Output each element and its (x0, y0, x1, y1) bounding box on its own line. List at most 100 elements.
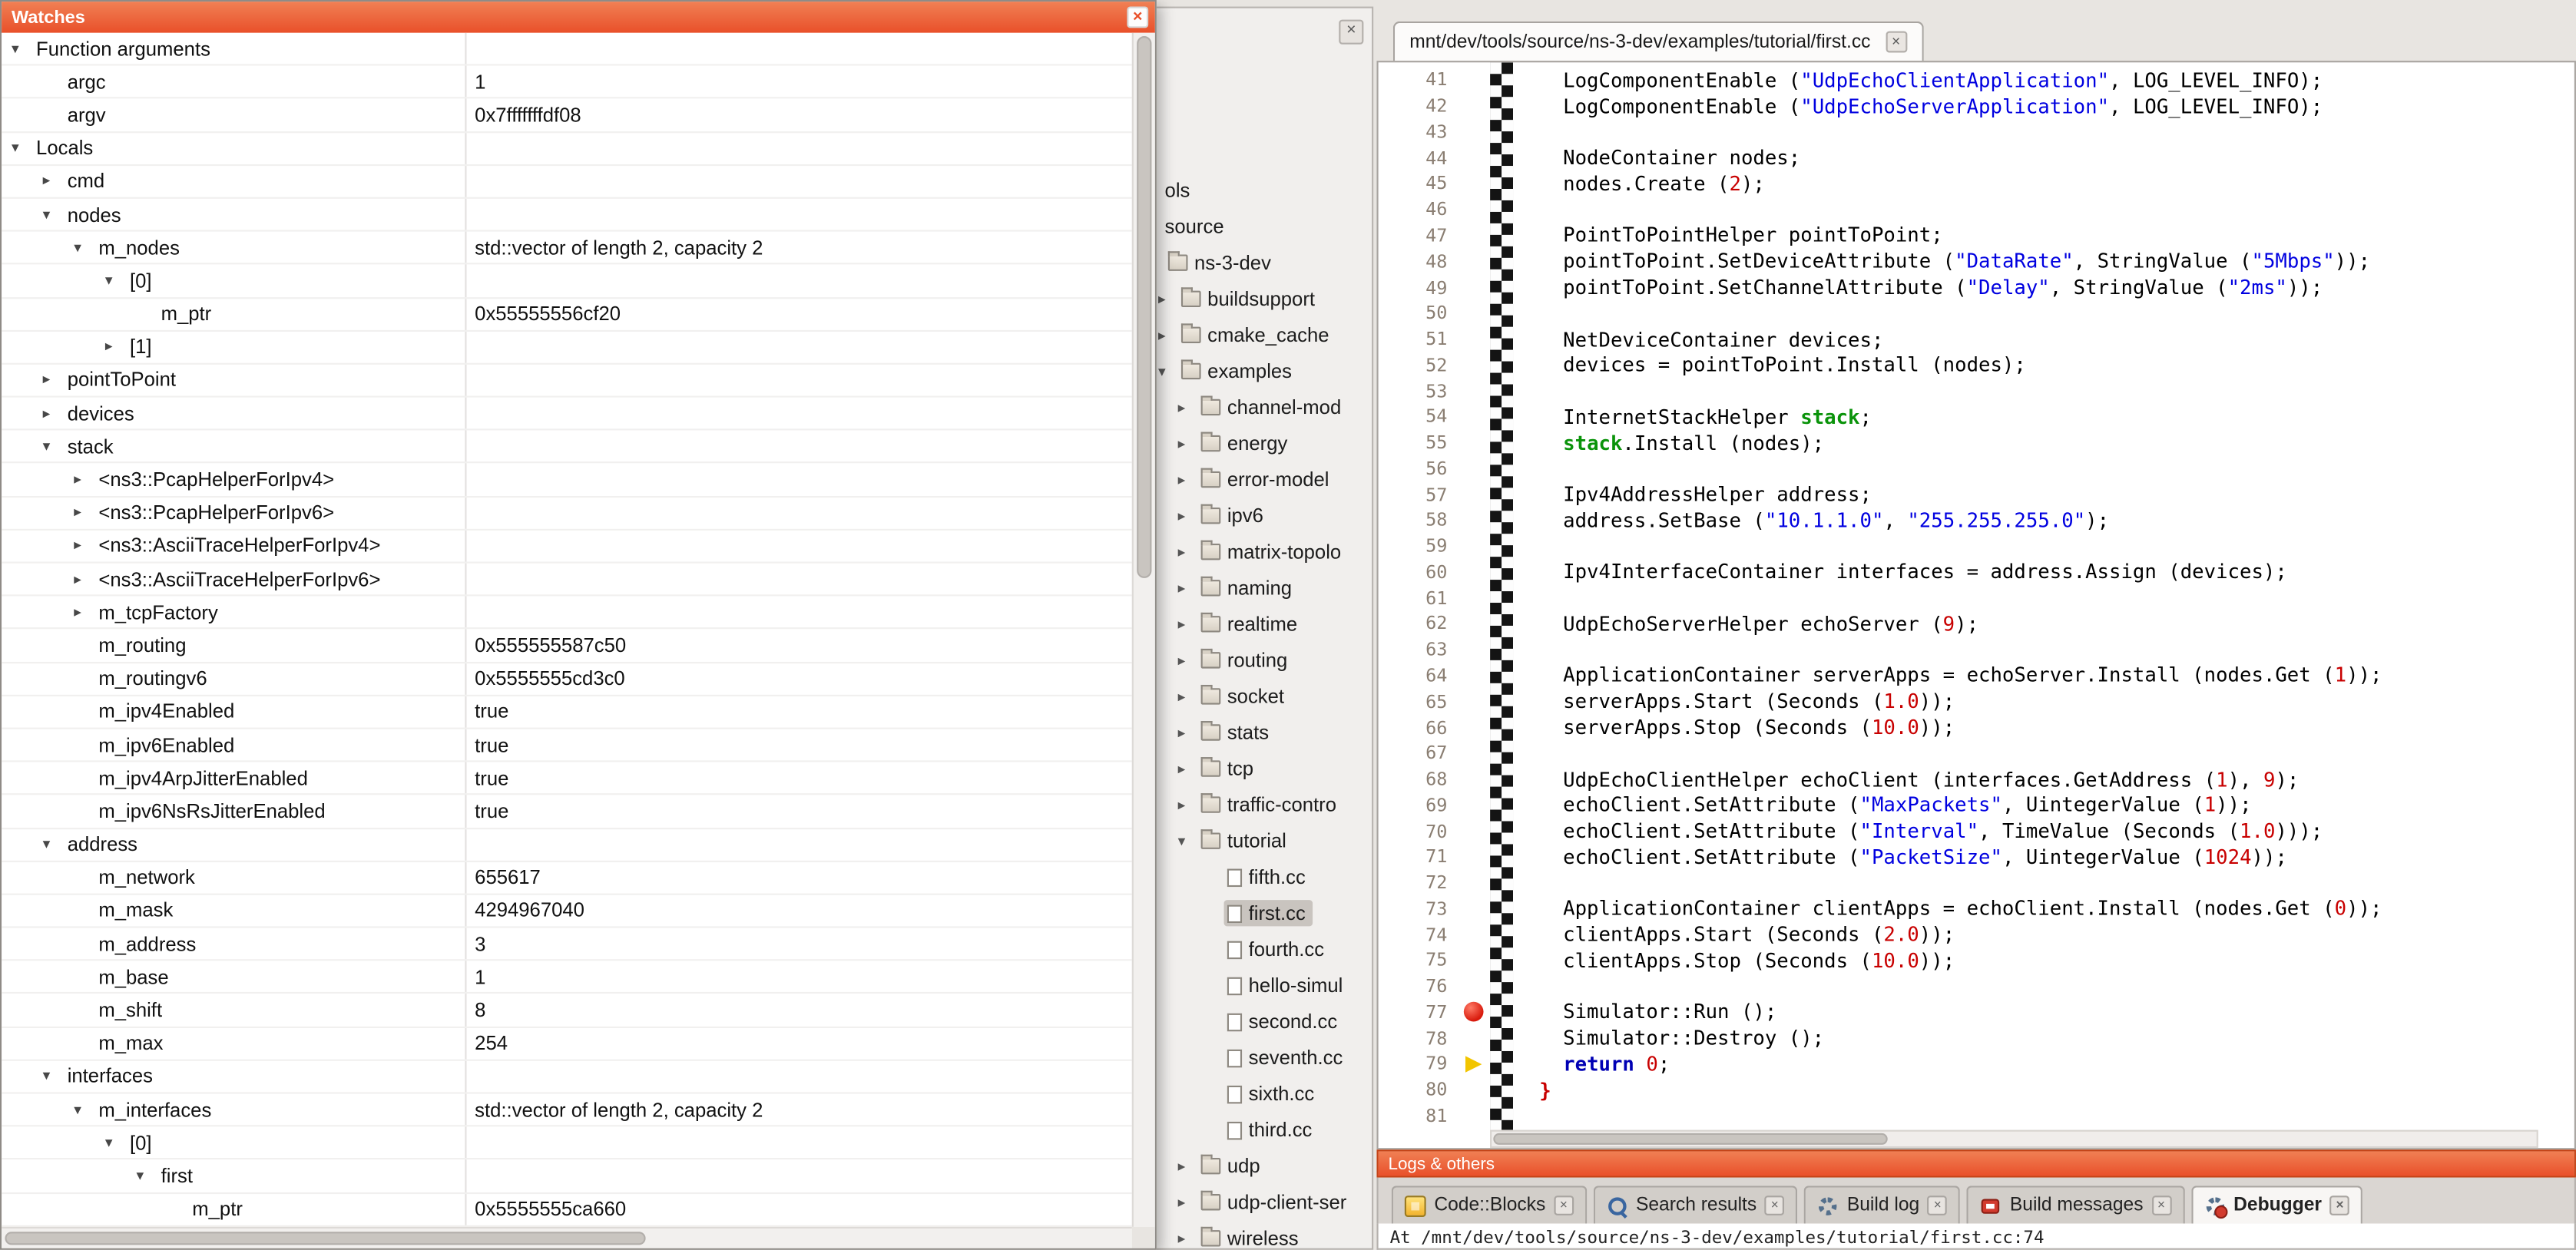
line-number[interactable]: 58 (1379, 510, 1461, 531)
line-number[interactable]: 80 (1379, 1080, 1461, 1101)
line-marker-margin[interactable] (1461, 145, 1491, 171)
expander-closed-icon[interactable]: ▸ (1178, 1229, 1198, 1248)
line-marker-margin[interactable] (1461, 585, 1491, 611)
code-line[interactable]: 44 NodeContainer nodes; (1379, 145, 2574, 171)
tree-item-ns-3-dev[interactable]: ns-3-dev (1148, 245, 1370, 281)
watch-row[interactable]: ▾nodes (2, 199, 1132, 232)
tab-close-icon[interactable]: × (2330, 1195, 2350, 1215)
code-line[interactable]: 70 echoClient.SetAttribute ("Interval", … (1379, 818, 2574, 845)
code-line[interactable]: 55 stack.Install (nodes); (1379, 430, 2574, 456)
code-line[interactable]: 53 (1379, 378, 2574, 404)
code-line[interactable]: 72 (1379, 870, 2574, 896)
expander-closed-icon[interactable]: ▸ (1178, 1193, 1198, 1212)
line-marker-margin[interactable] (1461, 481, 1491, 508)
expander-closed-icon[interactable]: ▸ (1178, 471, 1198, 489)
watch-row[interactable]: m_ipv4Enabledtrue (2, 696, 1132, 729)
editor-horizontal-scrollbar[interactable] (1490, 1130, 2538, 1149)
line-number[interactable]: 77 (1379, 1002, 1461, 1023)
line-marker-margin[interactable] (1461, 559, 1491, 585)
code-line[interactable]: 60 Ipv4InterfaceContainer interfaces = a… (1379, 559, 2574, 585)
tree-item-third-cc[interactable]: third.cc (1148, 1112, 1370, 1148)
code-line[interactable]: 43 (1379, 119, 2574, 145)
line-number[interactable]: 52 (1379, 355, 1461, 376)
tree-item-tcp[interactable]: ▸tcp (1148, 751, 1370, 787)
line-number[interactable]: 74 (1379, 924, 1461, 945)
line-marker-margin[interactable] (1461, 974, 1491, 1000)
watch-row[interactable]: argv0x7fffffffdf08 (2, 99, 1132, 132)
tree-item-error-model[interactable]: ▸error-model (1148, 461, 1370, 498)
tree-item-ipv6[interactable]: ▸ipv6 (1148, 498, 1370, 534)
line-marker-margin[interactable] (1461, 844, 1491, 870)
watch-row[interactable]: ▸devices (2, 398, 1132, 431)
watches-horizontal-scrollbar[interactable] (2, 1227, 1132, 1248)
watch-row[interactable]: ▸<ns3::PcapHelperForIpv4> (2, 464, 1132, 497)
line-number[interactable]: 49 (1379, 276, 1461, 298)
tree-item-energy[interactable]: ▸energy (1148, 425, 1370, 461)
tab-close-icon[interactable]: × (1554, 1195, 1574, 1215)
watch-row[interactable]: ▸<ns3::AsciiTraceHelperForIpv6> (2, 564, 1132, 597)
watch-row[interactable]: m_address3 (2, 928, 1132, 961)
watch-row[interactable]: m_ptr0x55555556cf20 (2, 298, 1132, 331)
tree-item-examples[interactable]: ▾examples (1148, 353, 1370, 389)
expander-closed-icon[interactable]: ▸ (105, 338, 113, 356)
code-line[interactable]: 81 (1379, 1103, 2574, 1129)
line-number[interactable]: 67 (1379, 742, 1461, 764)
expander-closed-icon[interactable]: ▸ (1178, 651, 1198, 670)
management-close-button[interactable]: × (1339, 20, 1363, 45)
watch-row[interactable]: ▾m_nodesstd::vector of length 2, capacit… (2, 232, 1132, 265)
line-marker-margin[interactable] (1461, 430, 1491, 456)
line-marker-margin[interactable] (1461, 534, 1491, 560)
expander-open-icon[interactable]: ▾ (1178, 832, 1198, 850)
line-marker-margin[interactable] (1461, 508, 1491, 534)
watch-row[interactable]: m_ptr0x5555555ca660 (2, 1193, 1132, 1226)
tree-item-source[interactable]: source (1148, 209, 1370, 245)
line-marker-margin[interactable] (1461, 404, 1491, 430)
line-marker-margin[interactable] (1461, 663, 1491, 689)
watches-titlebar[interactable]: Watches × (2, 2, 1155, 33)
watch-row[interactable]: m_ipv4ArpJitterEnabledtrue (2, 762, 1132, 795)
line-number[interactable]: 65 (1379, 691, 1461, 713)
tree-item-seventh-cc[interactable]: seventh.cc (1148, 1040, 1370, 1076)
code-editor[interactable]: 41 LogComponentEnable ("UdpEchoClientApp… (1376, 61, 2575, 1149)
line-marker-margin[interactable] (1461, 1000, 1491, 1026)
line-number[interactable]: 73 (1379, 898, 1461, 920)
watch-row[interactable]: ▸[1] (2, 331, 1132, 364)
line-marker-margin[interactable] (1461, 896, 1491, 922)
watch-row[interactable]: ▾stack (2, 431, 1132, 464)
watch-row[interactable]: argc1 (2, 66, 1132, 99)
line-number[interactable]: 47 (1379, 225, 1461, 246)
tree-item-buildsupport[interactable]: ▸buildsupport (1148, 281, 1370, 317)
expander-closed-icon[interactable]: ▸ (1178, 615, 1198, 633)
code-line[interactable]: 80} (1379, 1077, 2574, 1103)
code-line[interactable]: 75 clientApps.Stop (Seconds (10.0)); (1379, 947, 2574, 974)
line-number[interactable]: 75 (1379, 950, 1461, 971)
expander-open-icon[interactable]: ▾ (105, 272, 113, 290)
line-number[interactable]: 45 (1379, 174, 1461, 195)
tab-close-icon[interactable]: × (1886, 31, 1907, 53)
expander-open-icon[interactable]: ▾ (43, 205, 51, 223)
tree-item-hello-simul[interactable]: hello-simul (1148, 967, 1370, 1004)
code-line[interactable]: 59 (1379, 534, 2574, 560)
line-marker-margin[interactable] (1461, 947, 1491, 974)
line-marker-margin[interactable] (1461, 68, 1491, 94)
expander-open-icon[interactable]: ▾ (43, 1067, 51, 1086)
logs-tab-debugger[interactable]: Debugger× (2191, 1186, 2363, 1223)
code-line[interactable]: 41 LogComponentEnable ("UdpEchoClientApp… (1379, 68, 2574, 94)
expander-closed-icon[interactable]: ▸ (74, 604, 81, 622)
tree-item-matrix-topolo[interactable]: ▸matrix-topolo (1148, 534, 1370, 570)
code-line[interactable]: 50 (1379, 300, 2574, 326)
expander-open-icon[interactable]: ▾ (12, 139, 19, 157)
watch-row[interactable]: m_max254 (2, 1027, 1132, 1060)
line-number[interactable]: 57 (1379, 484, 1461, 505)
expander-closed-icon[interactable]: ▸ (43, 371, 51, 389)
watch-row[interactable]: ▾interfaces (2, 1060, 1132, 1093)
tree-item-tutorial[interactable]: ▾tutorial (1148, 823, 1370, 859)
code-line[interactable]: 71 echoClient.SetAttribute ("PacketSize"… (1379, 844, 2574, 870)
watch-row[interactable]: ▾Function arguments (2, 33, 1132, 66)
tree-item-routing[interactable]: ▸routing (1148, 642, 1370, 678)
expander-open-icon[interactable]: ▾ (43, 835, 51, 854)
watch-row[interactable]: m_network655617 (2, 861, 1132, 895)
watch-row[interactable]: ▸<ns3::PcapHelperForIpv6> (2, 497, 1132, 530)
watch-row[interactable]: ▾[0] (2, 1127, 1132, 1160)
expander-open-icon[interactable]: ▾ (74, 239, 81, 257)
